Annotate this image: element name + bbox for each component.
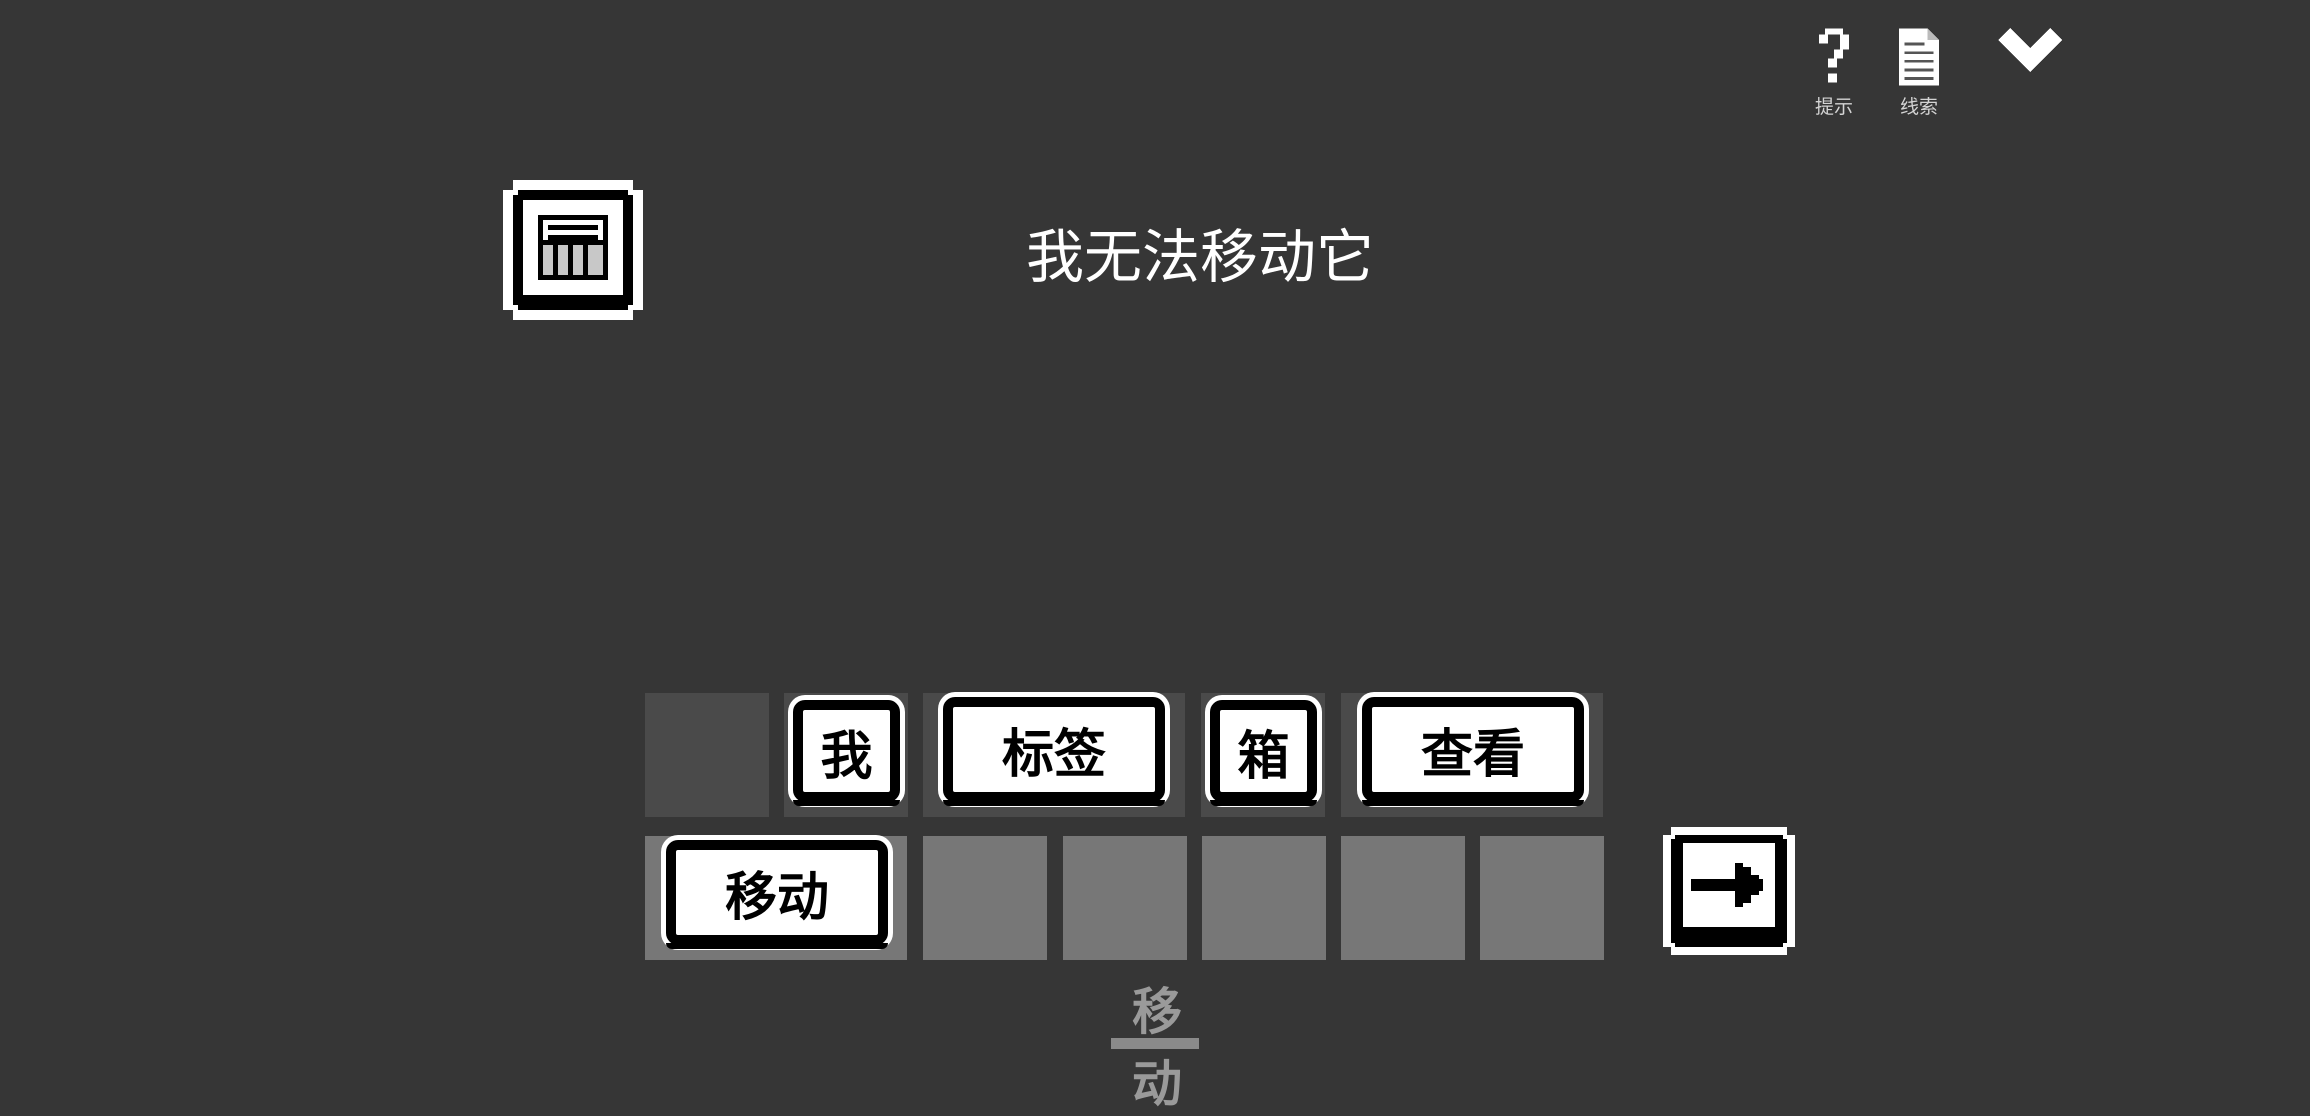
verb-slot-3[interactable]: [1063, 836, 1187, 960]
document-icon: [1899, 28, 1939, 86]
feedback-message: 我无法移动它: [1025, 223, 1374, 291]
collapse-button[interactable]: [1995, 28, 2065, 123]
word-tile-label: 移动: [724, 868, 829, 928]
word-tile-label: 标签: [1001, 725, 1106, 785]
word-tile-label: 我: [820, 726, 873, 787]
clue-button[interactable]: 线索: [1884, 28, 1954, 123]
word-tile-label: 查看: [1420, 725, 1525, 785]
verb-slot-2[interactable]: [923, 836, 1047, 960]
clue-label: 线索: [1899, 96, 1938, 118]
verb-slot-5[interactable]: [1341, 836, 1465, 960]
submit-button[interactable]: [1663, 827, 1795, 955]
word-tile-move[interactable]: 移动: [666, 840, 888, 949]
hint-button[interactable]: 提示: [1799, 28, 1869, 123]
tab-underline: [1111, 1038, 1199, 1049]
chevron-down-icon: [1998, 28, 2062, 72]
arrow-right-icon: [1663, 827, 1795, 955]
question-mark-icon: [1819, 28, 1849, 83]
word-tile-look[interactable]: 查看: [1362, 697, 1584, 806]
word-tile-label: 箱: [1237, 726, 1290, 787]
word-tile-label-tag[interactable]: 标签: [943, 697, 1165, 806]
box-label-icon: [503, 180, 643, 320]
verb-slot-4[interactable]: [1202, 836, 1326, 960]
hint-label: 提示: [1814, 96, 1853, 118]
word-tile-wo[interactable]: 我: [793, 700, 900, 806]
sentence-slot-1[interactable]: [645, 693, 769, 817]
word-tile-box[interactable]: 箱: [1210, 700, 1317, 806]
game-screen: 提示 线索 我无法移动它 我 标签 箱 查看 移动 移动: [0, 0, 2310, 1113]
verb-slot-6[interactable]: [1480, 836, 1604, 960]
